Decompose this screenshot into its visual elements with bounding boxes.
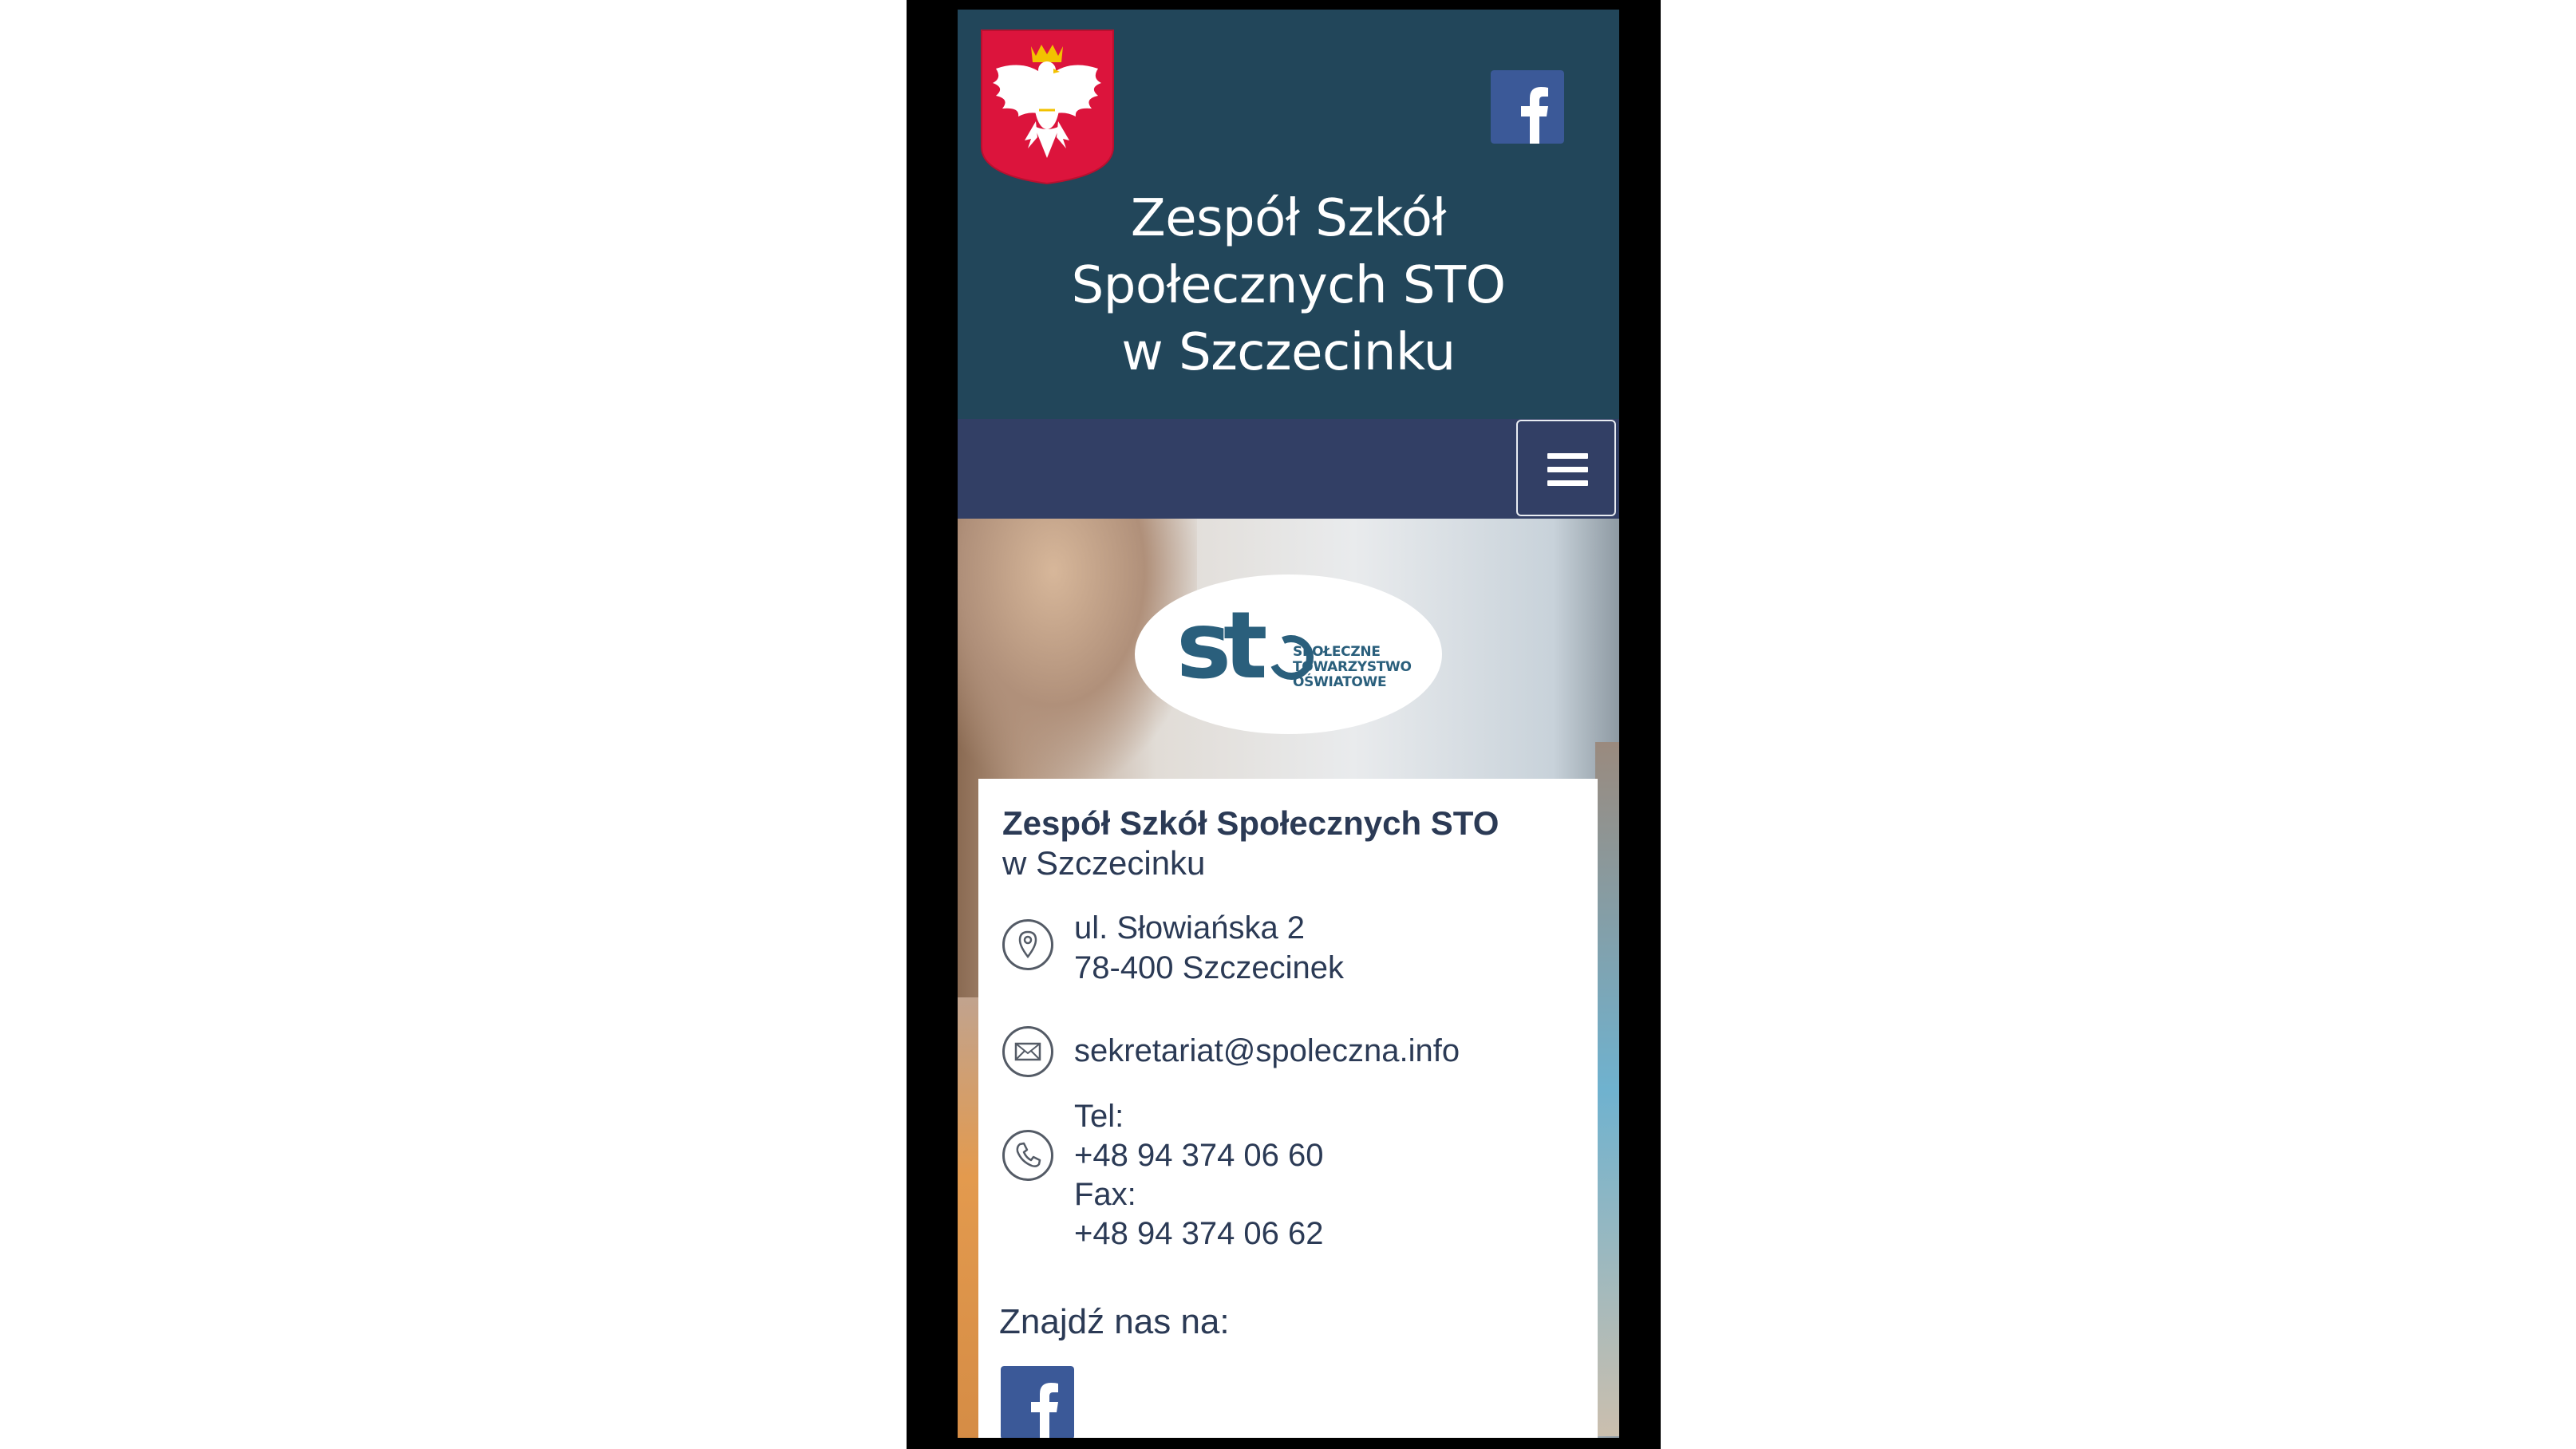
phone-icon bbox=[1002, 1130, 1053, 1181]
phone-screen: Zespół Szkół Społecznych STO w Szczecink… bbox=[958, 10, 1619, 1438]
find-us-label: Znajdź nas na: bbox=[999, 1302, 1230, 1341]
school-city: w Szczecinku bbox=[1002, 844, 1206, 882]
sto-logo-text-line: OŚWIATOWE bbox=[1293, 674, 1387, 690]
sto-logo-text-line: SPOŁECZNE bbox=[1293, 644, 1381, 660]
polish-eagle-emblem-icon[interactable] bbox=[978, 27, 1116, 185]
address-line: ul. Słowiańska 2 bbox=[1074, 910, 1306, 946]
tel-number[interactable]: +48 94 374 06 60 bbox=[1074, 1135, 1324, 1175]
sto-logo: st SPOŁECZNE TOWARZYSTWO OŚWIATOWE bbox=[1135, 574, 1442, 734]
facebook-icon[interactable] bbox=[1001, 1366, 1074, 1438]
hamburger-menu-icon bbox=[1547, 453, 1588, 459]
sto-logo-text: SPOŁECZNE TOWARZYSTWO OŚWIATOWE bbox=[1293, 645, 1412, 690]
site-title: Zespół Szkół Społecznych STO w Szczecink… bbox=[958, 185, 1619, 386]
school-name: Zespół Szkół Społecznych STO bbox=[1002, 804, 1499, 842]
location-pin-icon bbox=[1002, 919, 1053, 970]
envelope-icon bbox=[1002, 1026, 1053, 1077]
site-title-line: Społecznych STO bbox=[1071, 256, 1506, 315]
sto-logo-mark: st bbox=[1176, 592, 1267, 700]
hero-background-image: st SPOŁECZNE TOWARZYSTWO OŚWIATOWE Zespó… bbox=[958, 519, 1619, 1438]
address-line: 78-400 Szczecinek bbox=[1074, 950, 1344, 985]
sto-logo-text-line: TOWARZYSTWO bbox=[1293, 659, 1412, 675]
email-link[interactable]: sekretariat@spoleczna.info bbox=[1074, 1031, 1460, 1071]
site-title-line: Zespół Szkół bbox=[1130, 189, 1447, 248]
fax-label: Fax: bbox=[1074, 1177, 1136, 1212]
tel-label: Tel: bbox=[1074, 1099, 1124, 1134]
contact-card: Zespół Szkół Społecznych STO w Szczecink… bbox=[978, 779, 1598, 1438]
site-header: Zespół Szkół Społecznych STO w Szczecink… bbox=[958, 10, 1619, 419]
facebook-icon[interactable] bbox=[1491, 70, 1564, 144]
hero-photo-detail bbox=[1595, 742, 1619, 1436]
fax-number: +48 94 374 06 62 bbox=[1074, 1216, 1324, 1251]
hamburger-menu-button[interactable] bbox=[1516, 420, 1616, 516]
site-title-line: w Szczecinku bbox=[1121, 323, 1456, 382]
hamburger-menu-icon bbox=[1547, 480, 1588, 486]
hamburger-menu-icon bbox=[1547, 467, 1588, 472]
